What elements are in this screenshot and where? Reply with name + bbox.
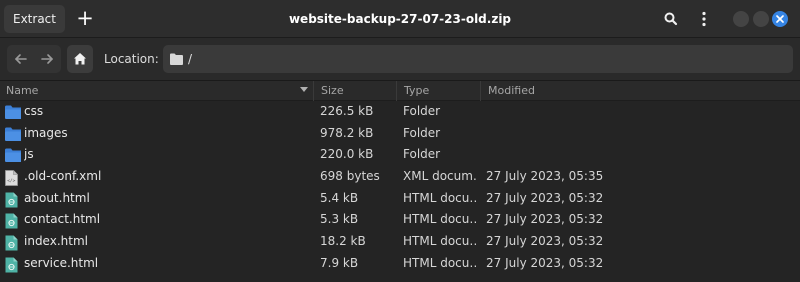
file-row[interactable]: css 226.5 kB Folder xyxy=(0,101,800,123)
menu-icon[interactable] xyxy=(694,9,714,29)
window-title: website-backup-27-07-23-old.zip xyxy=(288,12,512,26)
column-header: Name Size Type Modified xyxy=(0,81,800,101)
file-size: 18.2 kB xyxy=(320,234,366,249)
file-type: XML docum… xyxy=(403,169,478,184)
column-size[interactable]: Size xyxy=(313,81,395,101)
file-size: 226.5 kB xyxy=(320,104,374,118)
file-row[interactable]: contact.html 5.3 kB HTML docu… 27 July 2… xyxy=(0,209,800,231)
file-row[interactable]: </> .old-conf.xml 698 bytes XML docum… 2… xyxy=(0,166,800,188)
location-field[interactable]: / xyxy=(163,45,793,73)
file-modified: 27 July 2023, 05:32 xyxy=(486,234,604,249)
svg-text:</>: </> xyxy=(7,178,15,184)
file-type: HTML docu… xyxy=(403,234,478,249)
location-label: Location: xyxy=(104,52,159,66)
file-name: about.html xyxy=(24,190,90,205)
file-name: css xyxy=(24,104,44,118)
extract-button[interactable]: Extract xyxy=(4,5,65,33)
column-type[interactable]: Type xyxy=(396,81,479,101)
html-file-icon xyxy=(5,209,21,231)
close-icon[interactable] xyxy=(772,11,788,27)
column-name-label: Name xyxy=(6,84,39,97)
file-modified xyxy=(486,123,786,145)
file-modified: 27 July 2023, 05:32 xyxy=(486,190,604,205)
file-row[interactable]: about.html 5.4 kB HTML docu… 27 July 202… xyxy=(0,188,800,210)
file-modified xyxy=(486,144,786,166)
file-size: 978.2 kB xyxy=(320,125,374,140)
file-name: images xyxy=(24,125,68,140)
html-file-icon xyxy=(5,231,21,253)
file-row[interactable]: index.html 18.2 kB HTML docu… 27 July 20… xyxy=(0,231,800,253)
file-type: Folder xyxy=(403,147,441,162)
folder-icon xyxy=(170,53,183,65)
column-name[interactable]: Name xyxy=(6,81,311,101)
maximize-icon[interactable] xyxy=(753,11,769,27)
forward-arrow-icon[interactable] xyxy=(34,45,61,73)
file-size: 5.4 kB xyxy=(320,190,359,205)
column-modified[interactable]: Modified xyxy=(480,81,800,101)
file-modified: 27 July 2023, 05:32 xyxy=(486,212,604,227)
file-modified: 27 July 2023, 05:32 xyxy=(486,255,604,270)
file-type: HTML docu… xyxy=(403,212,478,227)
file-list: css 226.5 kB Folder images 978.2 kB Fold… xyxy=(0,101,800,275)
file-size: 698 bytes xyxy=(320,169,380,184)
location-toolbar: Location: / xyxy=(0,38,800,81)
navigation-group xyxy=(7,45,61,73)
minimize-icon[interactable] xyxy=(733,11,749,27)
file-type: Folder xyxy=(403,125,441,140)
location-path: / xyxy=(188,52,193,66)
file-row[interactable]: images 978.2 kB Folder xyxy=(0,123,800,145)
file-row[interactable]: js 220.0 kB Folder xyxy=(0,144,800,166)
file-name: js xyxy=(24,147,34,162)
xml-file-icon: </> xyxy=(5,166,21,188)
file-name: contact.html xyxy=(24,212,101,227)
file-name: index.html xyxy=(24,234,88,249)
file-row[interactable]: service.html 7.9 kB HTML docu… 27 July 2… xyxy=(0,253,800,275)
file-type: Folder xyxy=(403,104,441,118)
file-type: HTML docu… xyxy=(403,190,478,205)
file-size: 220.0 kB xyxy=(320,147,374,162)
file-modified xyxy=(486,101,786,123)
sort-descending-icon xyxy=(300,87,308,92)
search-icon[interactable] xyxy=(661,9,681,29)
html-file-icon xyxy=(5,253,21,275)
folder-icon xyxy=(5,123,21,145)
home-icon[interactable] xyxy=(67,45,93,73)
html-file-icon xyxy=(5,188,21,210)
back-arrow-icon[interactable] xyxy=(7,45,34,73)
header-bar: Extract + website-backup-27-07-23-old.zi… xyxy=(0,0,800,38)
folder-icon xyxy=(5,144,21,166)
file-modified: 27 July 2023, 05:35 xyxy=(486,169,604,184)
file-name: service.html xyxy=(24,255,99,270)
folder-icon xyxy=(5,101,21,123)
file-name: .old-conf.xml xyxy=(24,169,102,184)
file-size: 7.9 kB xyxy=(320,255,359,270)
file-type: HTML docu… xyxy=(403,255,478,270)
add-button[interactable]: + xyxy=(72,6,98,32)
file-size: 5.3 kB xyxy=(320,212,359,227)
